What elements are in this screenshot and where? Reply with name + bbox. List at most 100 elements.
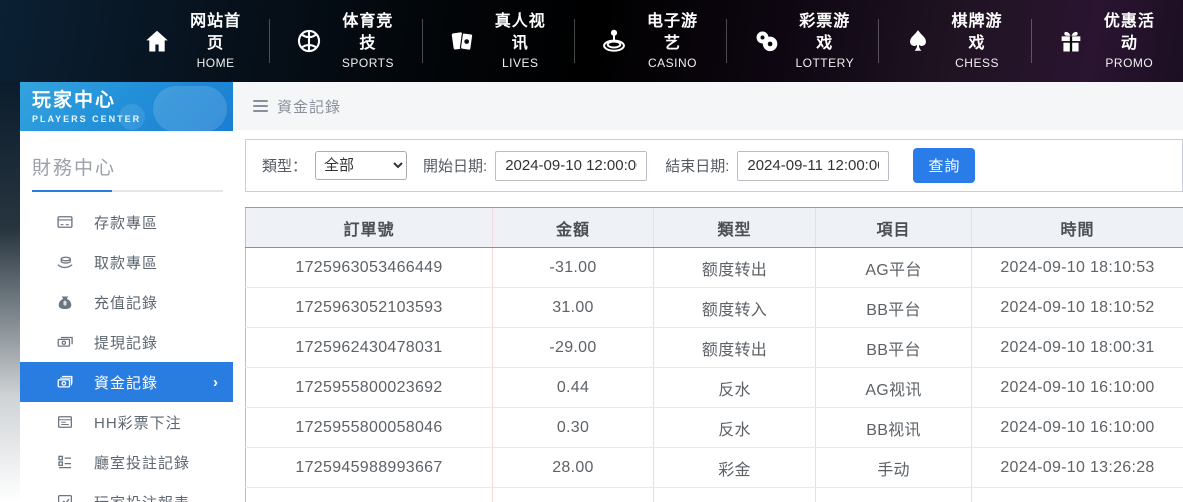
- top-navigation: 网站首页HOME体育竞技SPORTS真人视讯LIVES电子游艺CASINO彩票游…: [0, 0, 1183, 82]
- sidebar: 玩家中心 PLAYERS CENTER 財務中心 存款專區取款專區充值記錄提現記…: [20, 82, 233, 502]
- breadcrumb: 資金記錄: [233, 82, 1183, 130]
- table-row: 172594598899366728.00彩金手动2024-09-10 13:2…: [246, 448, 1183, 488]
- table-cell: 2024-09-10 18:00:31: [972, 328, 1183, 368]
- cards-icon: [447, 26, 477, 56]
- nav-item-home[interactable]: 网站首页HOME: [118, 13, 269, 69]
- table-cell: 2024-09-10 18:10:53: [972, 248, 1183, 288]
- sidebar-item-5[interactable]: 資金記錄 ›: [20, 362, 233, 402]
- table-cell: BB平台: [816, 288, 972, 328]
- withdraw-icon: [56, 253, 74, 271]
- section-underline: [32, 190, 223, 192]
- column-header: 項目: [816, 208, 972, 248]
- nav-item-casino[interactable]: 电子游艺CASINO: [575, 13, 726, 69]
- table-cell: 0.44: [493, 368, 654, 408]
- nav-label-zh: 棋牌游戏: [947, 11, 1006, 55]
- finance-center-section-title: 財務中心: [32, 153, 223, 180]
- sidebar-item-6[interactable]: HH彩票下注: [20, 402, 233, 442]
- chevron-right-icon: ›: [213, 374, 219, 391]
- type-label: 類型：: [262, 155, 307, 176]
- recharge-record-icon: [56, 293, 74, 311]
- table-cell: 额度转入: [654, 288, 816, 328]
- table-cell: AG平台: [816, 248, 972, 288]
- sidebar-menu: 存款專區取款專區充值記錄提現記錄資金記錄 › HH彩票下注廳室投註記錄玩家投注報表: [20, 202, 233, 502]
- table-cell: 1725963052103593: [246, 288, 493, 328]
- table-row: 172596305210359331.00额度转入BB平台2024-09-10 …: [246, 288, 1183, 328]
- start-date-input[interactable]: [495, 151, 647, 181]
- table-cell: [493, 488, 654, 502]
- sidebar-item-label: 資金記錄: [94, 372, 158, 393]
- table-row-partial: [246, 488, 1183, 502]
- nav-label-zh: 优惠活动: [1100, 11, 1159, 55]
- nav-label-zh: 彩票游戏: [795, 11, 854, 55]
- table-cell: 28.00: [493, 448, 654, 488]
- players-center-title: 玩家中心: [32, 89, 233, 113]
- nav-label-en: HOME: [186, 55, 245, 71]
- players-center-subtitle: PLAYERS CENTER: [32, 113, 233, 125]
- nav-label-en: LOTTERY: [795, 55, 854, 71]
- table-cell: -29.00: [493, 328, 654, 368]
- table-cell: 2024-09-10 13:26:28: [972, 448, 1183, 488]
- column-header: 訂單號: [246, 208, 493, 248]
- nav-label-en: LIVES: [491, 55, 550, 71]
- end-date-input[interactable]: [737, 151, 889, 181]
- table-cell: [246, 488, 493, 502]
- sidebar-item-3[interactable]: 充值記錄: [20, 282, 233, 322]
- table-cell: AG视讯: [816, 368, 972, 408]
- table-row: 1725962430478031-29.00额度转出BB平台2024-09-10…: [246, 328, 1183, 368]
- table-cell: 1725955800023692: [246, 368, 493, 408]
- sidebar-item-label: 存款專區: [94, 212, 158, 233]
- sidebar-item-label: 取款專區: [94, 252, 158, 273]
- sidebar-item-1[interactable]: 存款專區: [20, 202, 233, 242]
- table-cell: [816, 488, 972, 502]
- player-report-icon: [56, 493, 74, 502]
- sidebar-item-8[interactable]: 玩家投注報表: [20, 482, 233, 502]
- sidebar-item-label: HH彩票下注: [94, 412, 182, 433]
- sidebar-item-label: 提現記錄: [94, 332, 158, 353]
- withdrawal-record-icon: [56, 333, 74, 351]
- menu-icon: [253, 100, 268, 112]
- nav-item-promo[interactable]: 优惠活动PROMO: [1032, 13, 1183, 69]
- nav-label-en: SPORTS: [338, 55, 397, 71]
- table-cell: 2024-09-10 18:10:52: [972, 288, 1183, 328]
- table-cell: 反水: [654, 408, 816, 448]
- table-cell: [972, 488, 1183, 502]
- table-cell: 额度转出: [654, 328, 816, 368]
- nav-label-en: PROMO: [1100, 55, 1159, 71]
- sidebar-item-label: 充值記錄: [94, 292, 158, 313]
- page-background-strip: [0, 82, 20, 502]
- filter-bar: 類型： 全部 開始日期: 結束日期: 查詢: [245, 139, 1183, 192]
- main-content: 資金記錄 類型： 全部 開始日期: 結束日期: 查詢 訂單號金額類型項目時間 1…: [233, 82, 1183, 502]
- table-cell: BB平台: [816, 328, 972, 368]
- nav-item-sports[interactable]: 体育竞技SPORTS: [270, 13, 421, 69]
- sidebar-item-7[interactable]: 廳室投註記錄: [20, 442, 233, 482]
- nav-label-zh: 真人视讯: [491, 11, 550, 55]
- table-cell: 1725955800058046: [246, 408, 493, 448]
- nav-label-zh: 电子游艺: [643, 11, 702, 55]
- spade-icon: [903, 26, 933, 56]
- sidebar-item-2[interactable]: 取款專區: [20, 242, 233, 282]
- funds-record-table: 訂單號金額類型項目時間 1725963053466449-31.00额度转出AG…: [245, 207, 1183, 502]
- sidebar-item-4[interactable]: 提現記錄: [20, 322, 233, 362]
- table-cell: -31.00: [493, 248, 654, 288]
- room-bet-record-icon: [56, 453, 74, 471]
- nav-item-chess[interactable]: 棋牌游戏CHESS: [879, 13, 1030, 69]
- search-button[interactable]: 查詢: [913, 148, 975, 183]
- column-header: 類型: [654, 208, 816, 248]
- lottery-bet-icon: [56, 413, 74, 431]
- home-icon: [142, 26, 172, 56]
- page-title: 資金記錄: [277, 96, 341, 117]
- nav-label-en: CHESS: [947, 55, 1006, 71]
- nav-item-lives[interactable]: 真人视讯LIVES: [423, 13, 574, 69]
- table-cell: 0.30: [493, 408, 654, 448]
- type-select[interactable]: 全部: [315, 151, 407, 180]
- lottery-balls-icon: [751, 26, 781, 56]
- nav-label-zh: 网站首页: [186, 11, 245, 55]
- table-cell: 1725962430478031: [246, 328, 493, 368]
- table-row: 1725963053466449-31.00额度转出AG平台2024-09-10…: [246, 248, 1183, 288]
- table-header-row: 訂單號金額類型項目時間: [246, 208, 1183, 248]
- table-cell: 手动: [816, 448, 972, 488]
- deposit-icon: [56, 213, 74, 231]
- sidebar-header: 玩家中心 PLAYERS CENTER: [20, 82, 233, 131]
- end-date-label: 結束日期:: [665, 155, 729, 176]
- nav-item-lottery[interactable]: 彩票游戏LOTTERY: [727, 13, 878, 69]
